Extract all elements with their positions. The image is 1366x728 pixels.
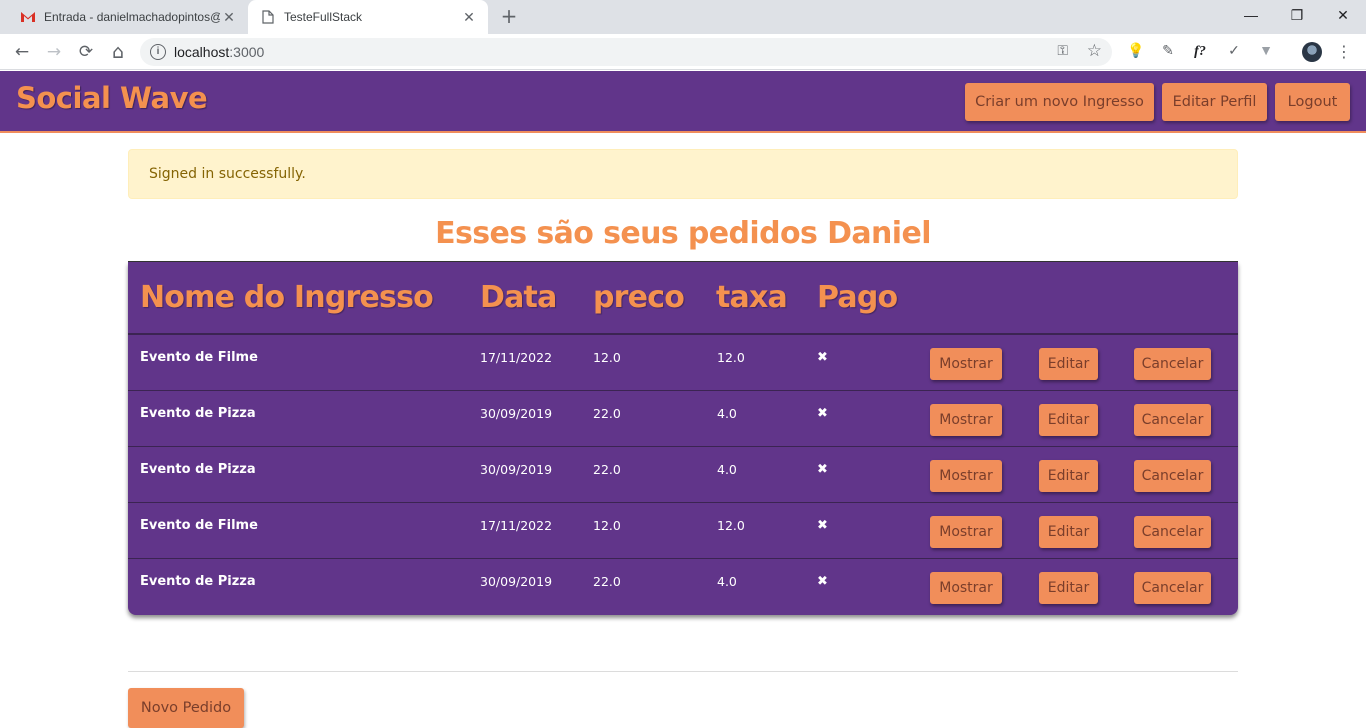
ticket-fee: 4.0: [717, 574, 737, 589]
profile-avatar[interactable]: [1302, 42, 1322, 62]
info-icon[interactable]: i: [150, 44, 166, 60]
show-button[interactable]: Mostrar: [930, 460, 1002, 492]
column-header-data: Data: [480, 280, 557, 315]
key-icon[interactable]: ⚿: [1057, 43, 1068, 59]
create-ticket-button[interactable]: Criar um novo Ingresso: [965, 83, 1154, 121]
extension-pen-icon[interactable]: ✎: [1158, 42, 1178, 62]
column-header-preco: preco: [593, 280, 685, 315]
app-navbar: Social Wave Criar um novo Ingresso Edita…: [0, 71, 1366, 133]
tab-title: Entrada - danielmachadopintos@: [44, 10, 220, 24]
extension-v-icon[interactable]: ▼: [1256, 42, 1276, 62]
table-row: Evento de Pizza 30/09/2019 22.0 4.0 ✖ Mo…: [128, 391, 1238, 447]
forward-icon[interactable]: →: [42, 40, 66, 64]
browser-menu-icon[interactable]: ⋮: [1336, 42, 1352, 62]
ticket-fee: 12.0: [717, 518, 745, 533]
cancel-button[interactable]: Cancelar: [1134, 516, 1211, 548]
ticket-name: Evento de Filme: [140, 350, 258, 365]
column-header-nome: Nome do Ingresso: [140, 280, 434, 315]
new-order-button[interactable]: Novo Pedido: [128, 688, 244, 728]
new-tab-button[interactable]: +: [498, 6, 520, 28]
brand-logo[interactable]: Social Wave: [16, 81, 208, 115]
ticket-name: Evento de Pizza: [140, 462, 256, 477]
bookmark-star-icon[interactable]: ☆: [1087, 41, 1102, 61]
ticket-price: 12.0: [593, 518, 621, 533]
unpaid-x-icon: ✖: [817, 518, 828, 533]
extension-brush-icon[interactable]: ✓: [1224, 42, 1244, 62]
ticket-price: 12.0: [593, 350, 621, 365]
restore-button[interactable]: ❐: [1274, 0, 1320, 30]
table-row: Evento de Filme 17/11/2022 12.0 12.0 ✖ M…: [128, 335, 1238, 391]
ticket-date: 30/09/2019: [480, 574, 553, 589]
flash-notice: Signed in successfully.: [128, 149, 1238, 199]
ticket-price: 22.0: [593, 574, 621, 589]
table-row: Evento de Pizza 30/09/2019 22.0 4.0 ✖ Mo…: [128, 447, 1238, 503]
ticket-fee: 12.0: [717, 350, 745, 365]
home-icon[interactable]: ⌂: [106, 40, 130, 64]
show-button[interactable]: Mostrar: [930, 516, 1002, 548]
ticket-date: 30/09/2019: [480, 462, 553, 477]
table-row: Evento de Pizza 30/09/2019 22.0 4.0 ✖ Mo…: [128, 559, 1238, 615]
gmail-icon: [20, 9, 36, 25]
ticket-name: Evento de Pizza: [140, 406, 256, 421]
cancel-button[interactable]: Cancelar: [1134, 460, 1211, 492]
edit-button[interactable]: Editar: [1039, 572, 1098, 604]
url-text[interactable]: localhost:3000: [174, 44, 264, 60]
ticket-date: 17/11/2022: [480, 518, 553, 533]
ticket-name: Evento de Pizza: [140, 574, 256, 589]
logout-button[interactable]: Logout: [1275, 83, 1350, 121]
ticket-price: 22.0: [593, 406, 621, 421]
close-tab-icon[interactable]: ✕: [460, 8, 478, 26]
tab-title: TesteFullStack: [284, 10, 363, 24]
table-header: Nome do Ingresso Data preco taxa Pago: [128, 262, 1238, 335]
page-icon: [260, 9, 276, 25]
edit-profile-button[interactable]: Editar Perfil: [1162, 83, 1267, 121]
back-icon[interactable]: ←: [10, 40, 34, 64]
edit-button[interactable]: Editar: [1039, 348, 1098, 380]
extension-fx-icon[interactable]: f?: [1190, 42, 1210, 62]
address-bar[interactable]: i localhost:3000 ⚿ ☆: [140, 38, 1112, 66]
ticket-price: 22.0: [593, 462, 621, 477]
orders-table: Nome do Ingresso Data preco taxa Pago Ev…: [128, 262, 1238, 615]
ticket-fee: 4.0: [717, 462, 737, 477]
browser-tab-testefullstack[interactable]: TesteFullStack ✕: [248, 0, 488, 34]
page-title: Esses são seus pedidos Daniel: [435, 216, 931, 251]
window-close-button[interactable]: ✕: [1320, 0, 1366, 30]
unpaid-x-icon: ✖: [817, 350, 828, 365]
edit-button[interactable]: Editar: [1039, 516, 1098, 548]
unpaid-x-icon: ✖: [817, 406, 828, 421]
edit-button[interactable]: Editar: [1039, 404, 1098, 436]
cancel-button[interactable]: Cancelar: [1134, 348, 1211, 380]
browser-tab-gmail[interactable]: Entrada - danielmachadopintos@ ✕: [8, 0, 248, 34]
show-button[interactable]: Mostrar: [930, 404, 1002, 436]
cancel-button[interactable]: Cancelar: [1134, 572, 1211, 604]
column-header-pago: Pago: [817, 280, 898, 315]
table-row: Evento de Filme 17/11/2022 12.0 12.0 ✖ M…: [128, 503, 1238, 559]
ticket-fee: 4.0: [717, 406, 737, 421]
unpaid-x-icon: ✖: [817, 462, 828, 477]
close-tab-icon[interactable]: ✕: [220, 8, 238, 26]
edit-button[interactable]: Editar: [1039, 460, 1098, 492]
show-button[interactable]: Mostrar: [930, 348, 1002, 380]
ticket-name: Evento de Filme: [140, 518, 258, 533]
column-header-taxa: taxa: [716, 280, 788, 315]
ticket-date: 17/11/2022: [480, 350, 553, 365]
extension-bulb-icon[interactable]: 💡: [1126, 42, 1146, 62]
reload-icon[interactable]: ⟳: [74, 40, 98, 64]
ticket-date: 30/09/2019: [480, 406, 553, 421]
minimize-button[interactable]: —: [1228, 0, 1274, 30]
cancel-button[interactable]: Cancelar: [1134, 404, 1211, 436]
show-button[interactable]: Mostrar: [930, 572, 1002, 604]
browser-tab-bar: Entrada - danielmachadopintos@ ✕ TesteFu…: [0, 0, 1366, 34]
footer-divider: [128, 671, 1238, 672]
browser-toolbar: ← → ⟳ ⌂ i localhost:3000 ⚿ ☆ 💡 ✎ f? ✓ ▼ …: [0, 34, 1366, 70]
unpaid-x-icon: ✖: [817, 574, 828, 589]
